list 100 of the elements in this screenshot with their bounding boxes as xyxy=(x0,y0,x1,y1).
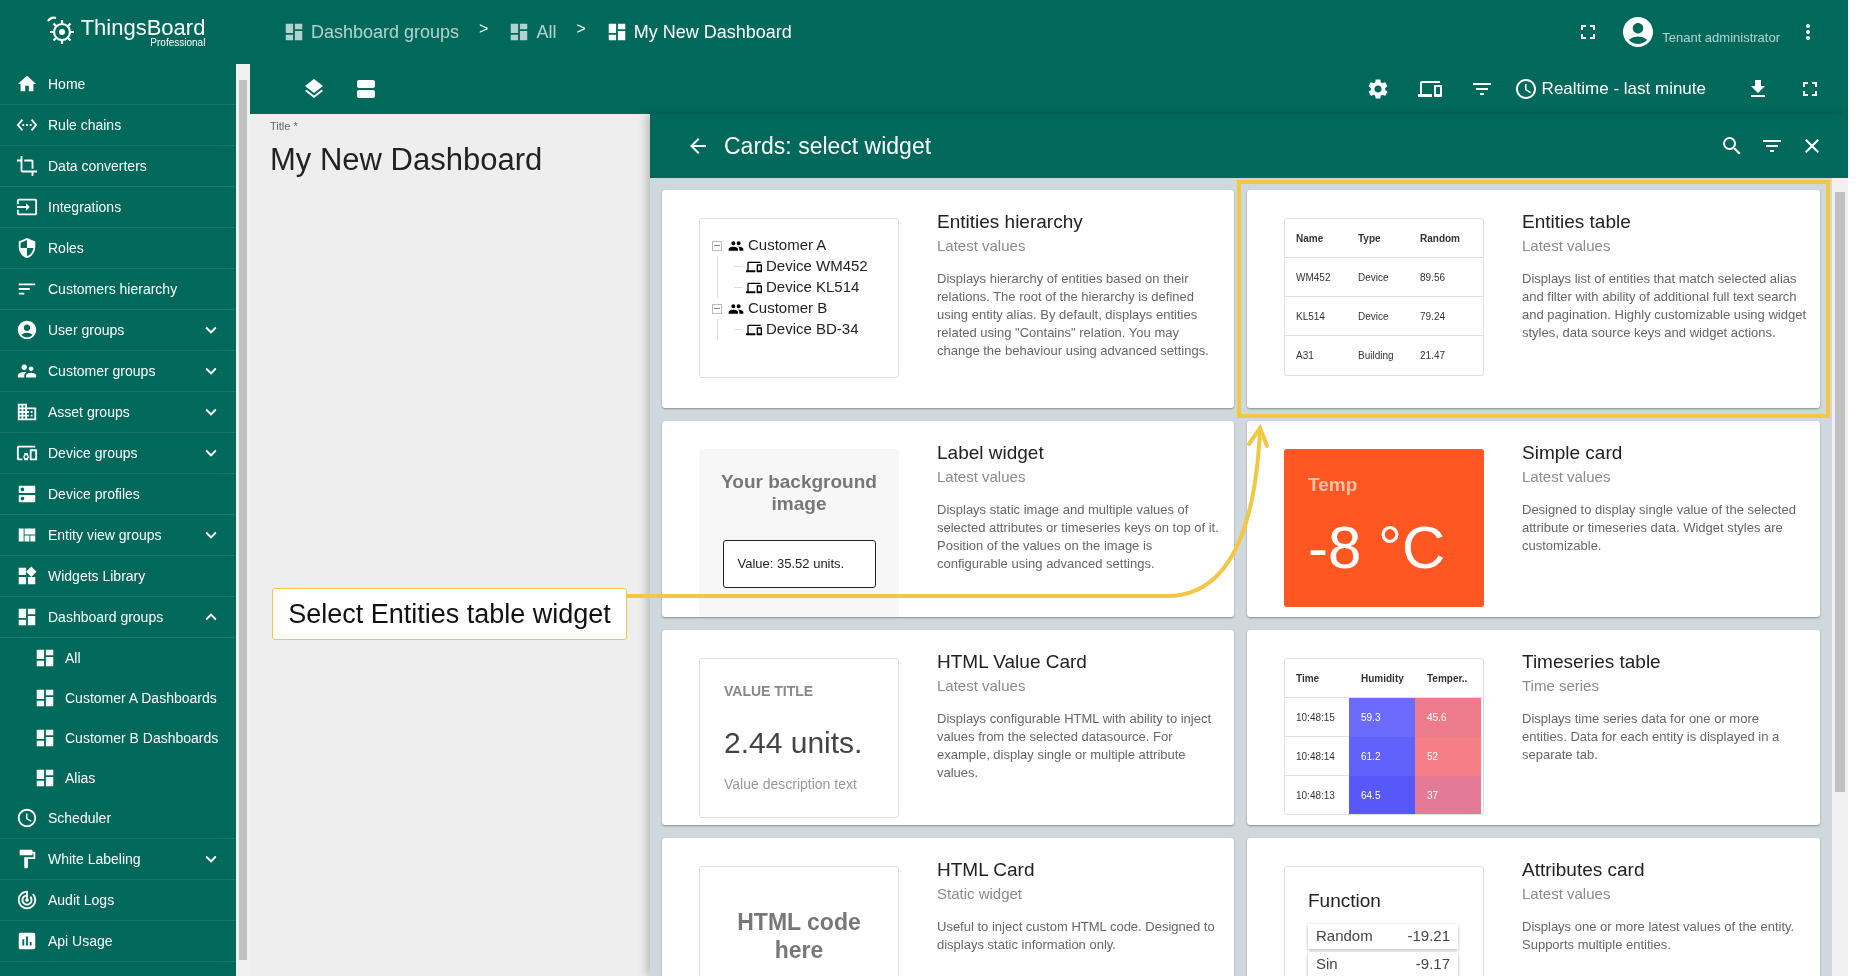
widget-type: Latest values xyxy=(937,236,1027,256)
widget-card[interactable]: Function Random -19.21 Sin -9.17 Attributes card Latest values Displays one or more latest values of the entity. Supports multiple entities. xyxy=(1247,838,1820,976)
breadcrumb-separator: > xyxy=(576,19,586,39)
tree-node[interactable]: Device KL514 xyxy=(766,276,860,299)
widget-card[interactable] xyxy=(662,190,1234,408)
widget-title: HTML Value Card xyxy=(937,650,1088,674)
widget-type: Latest values xyxy=(1522,467,1612,487)
logo-edition: Professional xyxy=(150,37,206,48)
attributes-title: Function xyxy=(1308,889,1382,913)
value-caption: Value description text xyxy=(724,775,858,794)
widget-description: Displays time series data for one or more entities. Data for each entity is displayed in a separate tab. xyxy=(1522,710,1781,764)
table-cell-text: 89.56 xyxy=(1420,270,1447,285)
crop-icon xyxy=(16,155,38,177)
table-cell: 52 xyxy=(1415,737,1481,776)
table-cell-text: Building xyxy=(1358,349,1395,363)
scrollbar[interactable] xyxy=(1832,178,1848,976)
tree-node[interactable]: Customer A xyxy=(748,234,827,257)
widget-type: Time series xyxy=(1522,676,1600,696)
column-header: Humidity xyxy=(1360,671,1405,686)
sidebar-item[interactable]: Asset groups xyxy=(0,392,236,433)
widget-type: Latest values xyxy=(1522,236,1612,256)
widget-card[interactable] xyxy=(662,421,1234,617)
timewindow-button[interactable]: Realtime - last minute xyxy=(1513,76,1706,102)
shield-icon xyxy=(16,237,38,259)
sidebar-item[interactable]: Roles xyxy=(0,228,236,269)
sidebar-item[interactable]: Dashboard groups xyxy=(0,597,236,638)
sidebar-item[interactable]: Device profiles xyxy=(0,474,236,515)
sidebar-item[interactable]: Device groups xyxy=(0,433,236,474)
sidebar-item[interactable]: Widgets Library xyxy=(0,556,236,597)
widget-description: Displays configurable HTML with ability to inject values from the selected datasource. For example, display single or multiple attribute values. xyxy=(937,710,1213,782)
dashboard-icon xyxy=(34,687,56,709)
callout: Select Entities table widget xyxy=(272,588,627,640)
sidebar-item[interactable]: User groups xyxy=(0,310,236,351)
layout-icon[interactable] xyxy=(354,77,378,101)
column-header: Type xyxy=(1358,231,1382,246)
logo-name: ThingsBoard xyxy=(80,16,206,39)
scrollbar[interactable] xyxy=(236,64,250,976)
html-text: HTML code here xyxy=(736,908,862,964)
sidebar-item[interactable]: White Labeling xyxy=(0,839,236,880)
chart-icon xyxy=(16,930,38,952)
table-cell: 64.5 xyxy=(1349,776,1415,814)
widgets-icon xyxy=(16,565,38,587)
sidebar-item[interactable]: Api Usage xyxy=(0,921,236,962)
table-cell-text: 79.24 xyxy=(1420,309,1447,324)
dashboard-icon xyxy=(34,727,56,749)
clock-icon xyxy=(16,807,38,829)
profile-icon xyxy=(16,483,38,505)
sidebar-item[interactable]: Customer A Dashboards xyxy=(0,678,236,718)
widget-description: Displays one or more latest values of the entity. Supports multiple entities. xyxy=(1522,918,1796,954)
user-role: Tenant administrator xyxy=(1662,29,1780,48)
breadcrumb[interactable]: All xyxy=(508,18,557,46)
widget-title: Label widget xyxy=(937,441,1045,465)
sidebar-item[interactable]: Home xyxy=(0,64,236,105)
widget-card[interactable] xyxy=(1237,180,1830,418)
attribute-value: -19.21 xyxy=(1407,925,1450,946)
widget-card[interactable]: Temp -8 °C Simple card Latest values Designed to display single value of the selected attribute or timeseries data. Widget styles are customizable. xyxy=(1247,421,1820,617)
sidebar-item[interactable]: Integrations xyxy=(0,187,236,228)
widget-title: Simple card xyxy=(1522,441,1624,465)
table-cell-text: A31 xyxy=(1296,349,1315,363)
widget-title: Attributes card xyxy=(1522,858,1646,882)
sidebar-item[interactable]: Alias xyxy=(0,758,236,798)
tree-node[interactable]: Device BD-34 xyxy=(766,318,859,341)
widget-card[interactable] xyxy=(1247,630,1820,825)
widget-title: HTML Card xyxy=(937,858,1036,882)
sidebar-item[interactable]: Audit Logs xyxy=(0,880,236,921)
column-header: Name xyxy=(1296,231,1325,246)
widget-card[interactable]: HTML code here HTML Card Static widget Useful to inject custom HTML code. Designed to displays static information only. xyxy=(662,838,1234,976)
table-cell: 61.2 xyxy=(1349,737,1415,776)
column-header: Temper.. xyxy=(1426,671,1469,686)
widget-description: Displays list of entities that match selected alias and filter with ability of additional full text search and pagination. Highly customizable using widget styles, data source keys and widget actions. xyxy=(1522,270,1807,342)
breadcrumb[interactable]: Dashboard groups xyxy=(283,18,460,46)
table-cell: 59.3 xyxy=(1349,698,1415,737)
collapse-icon[interactable] xyxy=(712,303,722,314)
column-header: Random xyxy=(1420,231,1461,246)
tree-node[interactable]: Customer B xyxy=(748,297,828,320)
panel-title: Cards: select widget xyxy=(724,131,932,161)
tree-node[interactable]: Device WM452 xyxy=(766,255,868,278)
background-text: Your background image xyxy=(720,471,878,515)
sidebar-item[interactable]: All xyxy=(0,638,236,678)
widget-title: Timeseries table xyxy=(1522,650,1662,674)
sidebar-item[interactable]: Entity view groups xyxy=(0,515,236,556)
widget-description: Useful to inject custom HTML code. Designed to displays static information only. xyxy=(937,918,1216,954)
table-cell-text: Device xyxy=(1358,270,1390,285)
widget-description: Displays static image and multiple values of selected attributes or timeseries keys on top of it. Position of the values on the image is configurable using advanced settings. xyxy=(937,501,1220,573)
target-icon xyxy=(16,889,38,911)
sidebar-item[interactable]: Customer B Dashboards xyxy=(0,718,236,758)
widget-type: Static widget xyxy=(937,884,1024,904)
table-cell: 45.6 xyxy=(1415,698,1481,737)
breadcrumb[interactable]: My New Dashboard xyxy=(605,18,792,46)
value-title: VALUE TITLE xyxy=(724,682,815,701)
dashboard-title[interactable]: My New Dashboard xyxy=(270,136,650,183)
widget-type: Latest values xyxy=(937,467,1027,487)
value-text: 2.44 units. xyxy=(724,728,864,758)
widget-card[interactable] xyxy=(662,630,1234,825)
collapse-icon[interactable] xyxy=(712,240,722,251)
card-value: -8 °C xyxy=(1308,517,1447,578)
widget-title: Entities table xyxy=(1522,210,1632,234)
dashboard-icon xyxy=(16,606,38,628)
building-icon xyxy=(16,401,38,423)
table-cell: 37 xyxy=(1415,776,1481,814)
